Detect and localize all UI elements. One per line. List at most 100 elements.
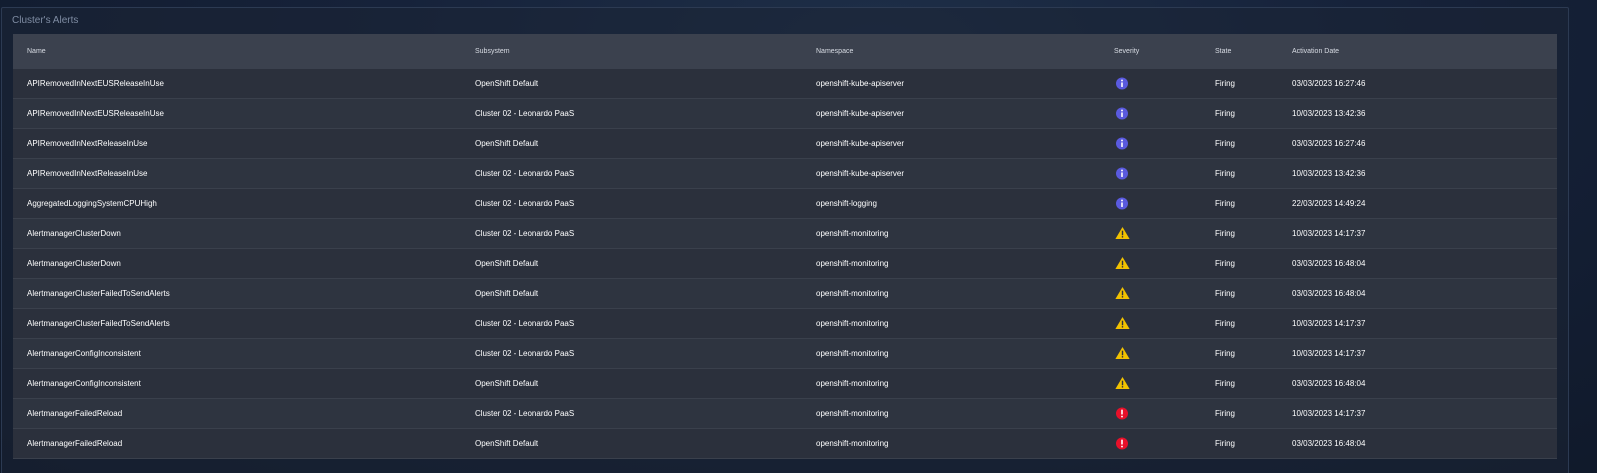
alert-namespace: openshift-monitoring <box>816 229 889 238</box>
alerts-table: Name Subsystem Namespace Severity State … <box>13 34 1557 459</box>
alert-subsystem: Cluster 02 - Leonardo PaaS <box>475 109 575 118</box>
alert-state: Firing <box>1215 79 1236 88</box>
dashboard-page: Cluster's Alerts Name Subsystem Namespac… <box>0 0 1597 473</box>
alert-namespace: openshift-kube-apiserver <box>816 169 905 178</box>
alert-namespace: openshift-monitoring <box>816 289 889 298</box>
column-header-activation-date[interactable]: Activation Date <box>1292 48 1339 55</box>
alert-namespace: openshift-kube-apiserver <box>816 79 905 88</box>
alert-state: Firing <box>1215 349 1236 358</box>
alert-subsystem: OpenShift Default <box>475 139 539 148</box>
alert-state: Firing <box>1215 229 1236 238</box>
severity-warning-icon <box>1115 226 1130 239</box>
alert-state: Firing <box>1215 259 1236 268</box>
alert-activation-date: 03/03/2023 16:27:46 <box>1292 79 1366 88</box>
alert-subsystem: Cluster 02 - Leonardo PaaS <box>475 169 575 178</box>
alert-namespace: openshift-logging <box>816 199 877 208</box>
alert-name: APIRemovedInNextEUSReleaseInUse <box>27 109 164 118</box>
alert-name: AlertmanagerConfigInconsistent <box>27 379 141 388</box>
alert-name: APIRemovedInNextReleaseInUse <box>27 139 148 148</box>
panel-title: Cluster's Alerts <box>12 15 79 26</box>
severity-warning-icon <box>1115 286 1130 299</box>
alert-name: AggregatedLoggingSystemCPUHigh <box>27 199 157 208</box>
alert-subsystem: Cluster 02 - Leonardo PaaS <box>475 319 575 328</box>
alert-activation-date: 10/03/2023 14:17:37 <box>1292 349 1366 358</box>
table-body: APIRemovedInNextEUSReleaseInUse OpenShift… <box>13 69 1557 459</box>
severity-warning-icon <box>1115 376 1130 389</box>
alert-activation-date: 03/03/2023 16:27:46 <box>1292 139 1366 148</box>
severity-info-icon <box>1115 136 1129 149</box>
alert-namespace: openshift-kube-apiserver <box>816 139 905 148</box>
alert-name: AlertmanagerConfigInconsistent <box>27 349 141 358</box>
severity-critical-icon <box>1115 436 1129 449</box>
alert-state: Firing <box>1215 109 1236 118</box>
alert-state: Firing <box>1215 199 1236 208</box>
table-row[interactable]: APIRemovedInNextEUSReleaseInUse OpenShift… <box>13 69 1557 99</box>
table-header: Name Subsystem Namespace Severity State … <box>13 34 1557 69</box>
alert-namespace: openshift-monitoring <box>816 379 889 388</box>
column-header-name[interactable]: Name <box>27 48 46 55</box>
table-row[interactable]: APIRemovedInNextReleaseInUse Cluster 02 -… <box>13 159 1557 189</box>
severity-info-icon <box>1115 76 1129 89</box>
cluster-alerts-panel: Cluster's Alerts Name Subsystem Namespac… <box>1 7 1569 473</box>
alert-namespace: openshift-monitoring <box>816 439 889 448</box>
alert-name: AlertmanagerClusterDown <box>27 259 121 268</box>
alert-state: Firing <box>1215 139 1236 148</box>
alert-name: AlertmanagerClusterFailedToSendAlerts <box>27 289 170 298</box>
alert-activation-date: 22/03/2023 14:49:24 <box>1292 199 1366 208</box>
alert-namespace: openshift-monitoring <box>816 409 889 418</box>
table-row[interactable]: AlertmanagerClusterFailedToSendAlerts Clu… <box>13 309 1557 339</box>
column-header-state[interactable]: State <box>1215 48 1231 55</box>
table-row[interactable]: AlertmanagerClusterFailedToSendAlerts Ope… <box>13 279 1557 309</box>
alert-name: AlertmanagerClusterFailedToSendAlerts <box>27 319 170 328</box>
severity-warning-icon <box>1115 346 1130 359</box>
table-row[interactable]: AlertmanagerFailedReload OpenShift Defaul… <box>13 429 1557 459</box>
alert-activation-date: 10/03/2023 13:42:36 <box>1292 169 1366 178</box>
alert-namespace: openshift-kube-apiserver <box>816 109 905 118</box>
severity-warning-icon <box>1115 316 1130 329</box>
alert-subsystem: OpenShift Default <box>475 439 539 448</box>
alert-namespace: openshift-monitoring <box>816 259 889 268</box>
severity-critical-icon <box>1115 406 1129 419</box>
alert-subsystem: Cluster 02 - Leonardo PaaS <box>475 199 575 208</box>
table-row[interactable]: AlertmanagerFailedReload Cluster 02 - Leo… <box>13 399 1557 429</box>
column-header-namespace[interactable]: Namespace <box>816 48 853 55</box>
alert-namespace: openshift-monitoring <box>816 349 889 358</box>
alert-subsystem: OpenShift Default <box>475 289 539 298</box>
alert-name: AlertmanagerFailedReload <box>27 409 123 418</box>
table-row[interactable]: APIRemovedInNextReleaseInUse OpenShift De… <box>13 129 1557 159</box>
column-header-severity[interactable]: Severity <box>1114 48 1139 55</box>
severity-info-icon <box>1115 196 1129 209</box>
table-row[interactable]: AlertmanagerConfigInconsistent Cluster 02… <box>13 339 1557 369</box>
alert-subsystem: Cluster 02 - Leonardo PaaS <box>475 229 575 238</box>
alert-name: APIRemovedInNextEUSReleaseInUse <box>27 79 164 88</box>
alert-activation-date: 03/03/2023 16:48:04 <box>1292 439 1366 448</box>
table-row[interactable]: AlertmanagerClusterDown Cluster 02 - Leon… <box>13 219 1557 249</box>
alert-name: AlertmanagerClusterDown <box>27 229 121 238</box>
severity-warning-icon <box>1115 256 1130 269</box>
alert-name: APIRemovedInNextReleaseInUse <box>27 169 148 178</box>
alert-activation-date: 03/03/2023 16:48:04 <box>1292 289 1366 298</box>
alert-subsystem: OpenShift Default <box>475 79 539 88</box>
alert-subsystem: OpenShift Default <box>475 259 539 268</box>
alert-state: Firing <box>1215 379 1236 388</box>
alert-activation-date: 10/03/2023 14:17:37 <box>1292 409 1366 418</box>
alert-subsystem: Cluster 02 - Leonardo PaaS <box>475 409 575 418</box>
severity-info-icon <box>1115 166 1129 179</box>
alert-state: Firing <box>1215 289 1236 298</box>
alert-subsystem: OpenShift Default <box>475 379 539 388</box>
column-header-subsystem[interactable]: Subsystem <box>475 48 510 55</box>
table-row[interactable]: AlertmanagerConfigInconsistent OpenShift … <box>13 369 1557 399</box>
alert-namespace: openshift-monitoring <box>816 319 889 328</box>
alert-subsystem: Cluster 02 - Leonardo PaaS <box>475 349 575 358</box>
severity-info-icon <box>1115 106 1129 119</box>
table-row[interactable]: APIRemovedInNextEUSReleaseInUse Cluster 0… <box>13 99 1557 129</box>
alert-state: Firing <box>1215 169 1236 178</box>
alert-name: AlertmanagerFailedReload <box>27 439 123 448</box>
alert-activation-date: 03/03/2023 16:48:04 <box>1292 379 1366 388</box>
alert-activation-date: 03/03/2023 16:48:04 <box>1292 259 1366 268</box>
alert-state: Firing <box>1215 409 1236 418</box>
table-row[interactable]: AggregatedLoggingSystemCPUHigh Cluster 02… <box>13 189 1557 219</box>
alert-state: Firing <box>1215 439 1236 448</box>
alert-activation-date: 10/03/2023 14:17:37 <box>1292 319 1366 328</box>
table-row[interactable]: AlertmanagerClusterDown OpenShift Default… <box>13 249 1557 279</box>
